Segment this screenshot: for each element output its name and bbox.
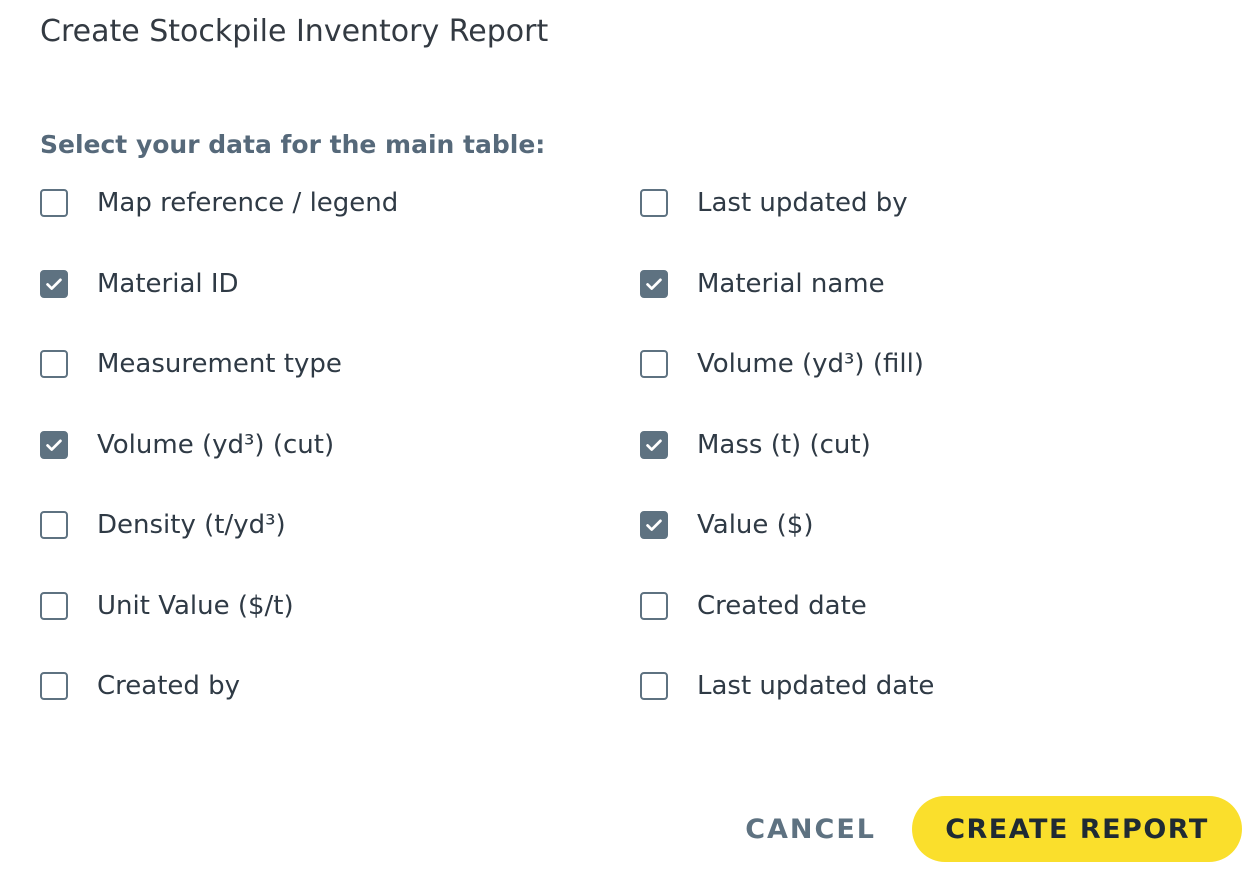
option-volume-cut[interactable]: Volume (yd³) (cut) [40, 405, 640, 486]
option-label: Last updated date [697, 671, 935, 702]
cancel-button[interactable]: CANCEL [745, 814, 876, 845]
option-density[interactable]: Density (t/yd³) [40, 485, 640, 566]
option-label: Map reference / legend [97, 188, 399, 219]
option-created-date[interactable]: Created date [640, 566, 1190, 647]
check-icon [646, 439, 662, 451]
checkbox[interactable] [40, 189, 68, 218]
option-label: Unit Value ($/t) [97, 590, 294, 621]
check-icon [646, 519, 662, 532]
option-map-reference-legend[interactable]: Map reference / legend [40, 163, 640, 244]
checkbox[interactable] [640, 430, 668, 459]
option-last-updated-date[interactable]: Last updated date [640, 646, 1190, 727]
option-measurement-type[interactable]: Measurement type [40, 324, 640, 405]
options-grid: Map reference / legend Last updated by M… [40, 163, 1190, 727]
checkbox[interactable] [40, 591, 68, 620]
check-icon [46, 278, 62, 290]
checkbox[interactable] [640, 591, 668, 620]
option-created-by[interactable]: Created by [40, 646, 640, 727]
option-label: Created date [697, 590, 867, 621]
option-material-id[interactable]: Material ID [40, 244, 640, 325]
section-label: Select your data for the main table: [40, 130, 546, 159]
dialog-title: Create Stockpile Inventory Report [40, 14, 549, 49]
option-label: Value ($) [697, 510, 814, 541]
option-label: Material ID [97, 268, 239, 299]
checkbox[interactable] [40, 350, 68, 379]
checkbox[interactable] [640, 511, 668, 540]
option-label: Volume (yd³) (fill) [697, 349, 924, 380]
checkbox[interactable] [640, 672, 668, 701]
option-mass-cut[interactable]: Mass (t) (cut) [640, 405, 1190, 486]
checkbox[interactable] [640, 350, 668, 379]
checkbox[interactable] [640, 189, 668, 218]
option-label: Last updated by [697, 188, 908, 219]
option-label: Volume (yd³) (cut) [97, 429, 335, 460]
option-label: Measurement type [97, 349, 342, 380]
checkbox[interactable] [640, 269, 668, 298]
checkbox[interactable] [40, 430, 68, 459]
option-value[interactable]: Value ($) [640, 485, 1190, 566]
option-label: Created by [97, 671, 241, 702]
checkbox[interactable] [40, 269, 68, 298]
create-report-button[interactable]: CREATE REPORT [912, 796, 1242, 862]
check-icon [646, 278, 662, 290]
option-label: Material name [697, 268, 885, 299]
option-volume-fill[interactable]: Volume (yd³) (fill) [640, 324, 1190, 405]
option-material-name[interactable]: Material name [640, 244, 1190, 325]
dialog-actions: CANCEL CREATE REPORT [745, 796, 1242, 862]
option-label: Mass (t) (cut) [697, 429, 871, 460]
option-last-updated-by[interactable]: Last updated by [640, 163, 1190, 244]
check-icon [46, 439, 62, 451]
checkbox[interactable] [40, 511, 68, 540]
checkbox[interactable] [40, 672, 68, 701]
option-label: Density (t/yd³) [97, 510, 286, 541]
option-unit-value[interactable]: Unit Value ($/t) [40, 566, 640, 647]
